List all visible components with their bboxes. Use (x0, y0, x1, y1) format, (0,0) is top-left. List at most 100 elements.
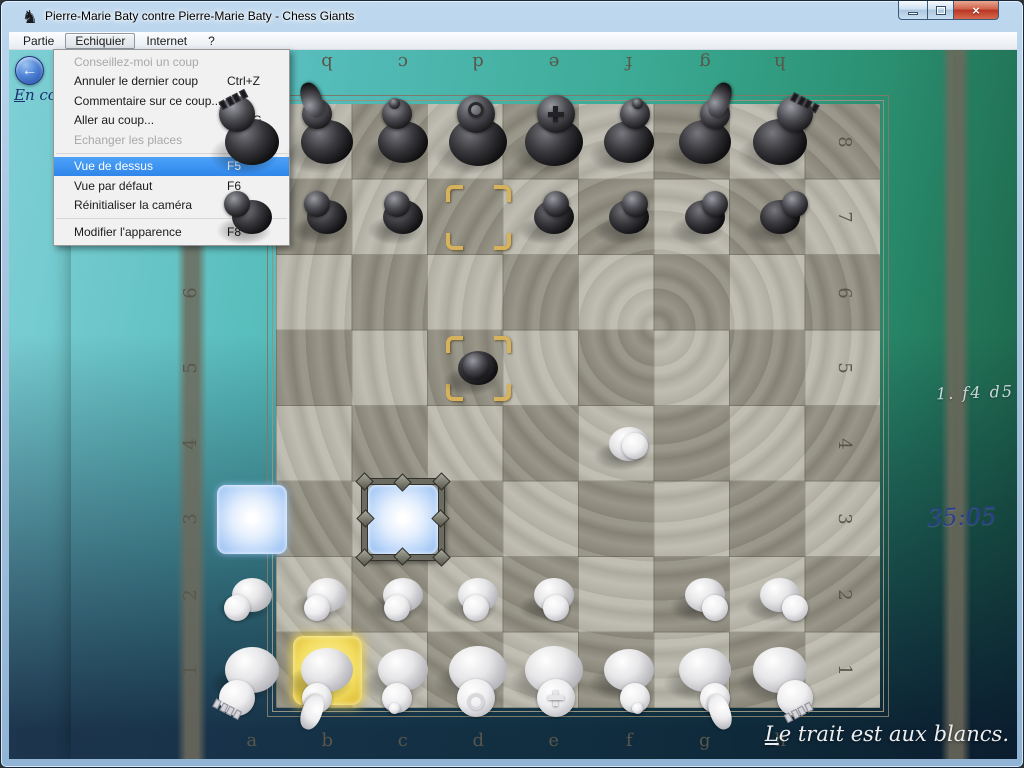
chess-piece-black-pawn[interactable] (363, 177, 443, 257)
piece-head (463, 595, 489, 621)
chess-piece-black-knight[interactable] (287, 102, 367, 182)
square-highlight-move-framed[interactable] (365, 482, 441, 558)
file-label: a (240, 730, 264, 752)
titlebar[interactable]: ♞ Pierre-Marie Baty contre Pierre-Marie … (1, 1, 1023, 32)
piece-head (543, 595, 569, 621)
chess-piece-white-bishop[interactable] (363, 630, 443, 710)
caption-buttons: × (898, 1, 999, 20)
file-label: e (542, 730, 566, 752)
back-arrow-icon: ← (22, 62, 38, 79)
rank-label: 3 (833, 507, 855, 531)
file-label: b (315, 730, 339, 752)
rank-label: 2 (180, 583, 202, 607)
table-stripe-right (941, 50, 971, 759)
piece-head (304, 595, 330, 621)
chess-piece-white-knight[interactable] (665, 630, 745, 710)
bishop-tip (389, 703, 400, 714)
app-window: ♞ Pierre-Marie Baty contre Pierre-Marie … (0, 0, 1024, 768)
chess-piece-black-pawn[interactable] (665, 177, 745, 257)
square-highlight-move[interactable] (214, 482, 290, 558)
rank-label: 1 (833, 658, 855, 682)
file-label-mirrored: f (617, 51, 641, 73)
chess-piece-white-bishop[interactable] (589, 630, 669, 710)
chess-piece-black-pawn[interactable] (514, 177, 594, 257)
menu-item-label: Aller au coup... (74, 113, 154, 127)
menubar-item-internet[interactable]: Internet (136, 33, 197, 49)
chess-piece-white-knight[interactable] (287, 630, 367, 710)
chess-piece-white-pawn[interactable] (363, 555, 443, 635)
piece-head (702, 595, 728, 621)
chess-piece-black-rook[interactable] (740, 102, 820, 182)
menubar-item-?[interactable]: ? (198, 33, 225, 49)
piece-head (463, 353, 489, 379)
chess-piece-white-pawn[interactable] (514, 555, 594, 635)
chess-piece-black-queen[interactable] (438, 102, 518, 182)
chess-piece-white-pawn[interactable] (287, 555, 367, 635)
legal-move-glow (217, 485, 287, 555)
chess-piece-white-pawn[interactable] (212, 555, 292, 635)
rank-label: 5 (833, 356, 855, 380)
menubar-item-echiquier[interactable]: Echiquier (65, 33, 135, 49)
piece-head (384, 191, 410, 217)
menu-item-label: Echanger les places (74, 133, 182, 147)
file-label: g (693, 730, 717, 752)
chess-piece-white-rook[interactable] (740, 630, 820, 710)
chess-piece-black-pawn[interactable] (589, 177, 669, 257)
chess-piece-white-rook[interactable] (212, 630, 292, 710)
piece-head (384, 595, 410, 621)
rank-label: 2 (833, 583, 855, 607)
maximize-button[interactable] (927, 1, 954, 20)
chess-piece-black-pawn[interactable] (212, 177, 292, 257)
chess-piece-white-pawn[interactable] (438, 555, 518, 635)
chess-piece-white-queen[interactable] (438, 630, 518, 710)
chess-piece-white-king[interactable] (514, 630, 594, 710)
back-button[interactable]: ← (15, 56, 44, 85)
chess-piece-black-bishop[interactable] (363, 102, 443, 182)
game-clock: 35:05 (927, 502, 997, 532)
file-label-mirrored: e (542, 51, 566, 73)
chess-piece-black-king[interactable] (514, 102, 594, 182)
queen-coronet (468, 694, 484, 710)
menu-item-label: Commentaire sur ce coup... (74, 94, 221, 108)
chess-piece-black-knight[interactable] (665, 102, 745, 182)
piece-head (543, 191, 569, 217)
file-label-mirrored: b (315, 51, 339, 73)
chess-piece-black-pawn[interactable] (740, 177, 820, 257)
window-title: Pierre-Marie Baty contre Pierre-Marie Ba… (45, 9, 354, 23)
chess-piece-black-rook[interactable] (212, 102, 292, 182)
chess-piece-white-pawn[interactable] (589, 404, 669, 484)
piece-head (702, 191, 728, 217)
chess-piece-white-pawn[interactable] (740, 555, 820, 635)
chess-piece-black-pawn[interactable] (287, 177, 367, 257)
rank-label: 5 (180, 356, 202, 380)
menubar: PartieEchiquierInternet? (9, 32, 1017, 50)
menu-item-shortcut: Ctrl+Z (227, 74, 279, 88)
square-highlight-last-move-from[interactable] (441, 180, 517, 256)
king-cross-bar (548, 695, 564, 700)
rank-label: 1 (180, 658, 202, 682)
last-move-corner-marker (446, 233, 463, 250)
file-label: d (466, 730, 490, 752)
minimize-button[interactable] (898, 1, 927, 20)
menubar-item-partie[interactable]: Partie (13, 33, 64, 49)
chess-piece-black-pawn[interactable] (438, 328, 518, 408)
menu-item-label: Vue de dessus (74, 159, 153, 173)
menu-item-conseillez-moi-un-coup[interactable]: Conseillez-moi un coup (54, 52, 289, 72)
piece-head (782, 595, 808, 621)
file-label-mirrored: g (693, 51, 717, 73)
menu-item-label: Réinitialiser la caméra (74, 198, 192, 212)
close-button[interactable]: × (954, 1, 999, 20)
piece-head (224, 595, 250, 621)
menu-item-annuler-le-dernier-coup[interactable]: Annuler le dernier coupCtrl+Z (54, 72, 289, 92)
bishop-tip (389, 98, 400, 109)
chess-piece-white-pawn[interactable] (665, 555, 745, 635)
rank-label: 8 (833, 130, 855, 154)
rank-label: 6 (833, 281, 855, 305)
file-label-mirrored: c (391, 51, 415, 73)
minimize-icon (908, 12, 918, 15)
piece-head (304, 191, 330, 217)
file-label-mirrored: d (466, 51, 490, 73)
menu-item-label: Vue par défaut (74, 179, 152, 193)
chess-piece-black-bishop[interactable] (589, 102, 669, 182)
last-move-corner-marker (446, 185, 463, 202)
